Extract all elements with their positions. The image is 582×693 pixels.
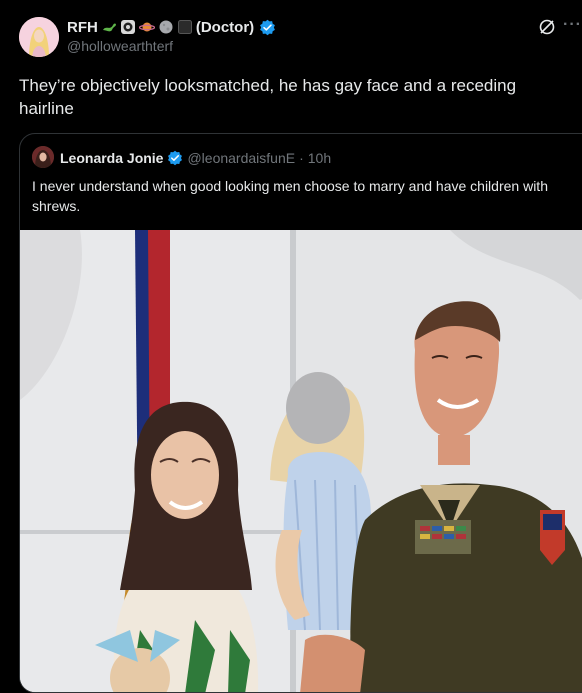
quoted-verified-badge-icon[interactable]	[167, 150, 183, 166]
quoted-dot-separator: ·	[299, 150, 304, 166]
author-avatar[interactable]	[19, 17, 59, 57]
planet-icon	[138, 22, 155, 32]
author-display-name[interactable]: RFH	[67, 19, 98, 36]
author-handle[interactable]: @hollowearthterf	[67, 38, 173, 54]
more-options-icon[interactable]: ···	[563, 16, 582, 34]
quoted-header[interactable]: Leonarda Jonie @leonardaisfunE · 10h	[60, 148, 331, 168]
quoted-photo[interactable]	[20, 230, 582, 692]
author-name-row[interactable]: RFH (Doctor)	[67, 17, 276, 37]
target-icon	[120, 20, 135, 34]
tweet[interactable]: RFH (Doctor) @hollowearthterf ··· They’r…	[0, 0, 582, 693]
black-square-icon	[177, 20, 192, 34]
grok-icon[interactable]	[538, 18, 556, 36]
quoted-author-name[interactable]: Leonarda Jonie	[60, 150, 163, 166]
verified-badge-icon[interactable]	[259, 19, 276, 36]
quoted-author-avatar[interactable]	[32, 146, 54, 168]
quoted-text: I never understand when good looking men…	[32, 178, 548, 214]
quoted-author-handle[interactable]: @leonardaisfunE	[187, 150, 295, 166]
post-text: They’re objectively looksmatched, he has…	[19, 76, 517, 118]
author-name-suffix: (Doctor)	[195, 18, 255, 36]
family-photo-illustration	[20, 230, 582, 692]
quoted-timestamp[interactable]: 10h	[308, 150, 331, 166]
moon-icon	[159, 20, 173, 34]
quoted-tweet[interactable]: Leonarda Jonie @leonardaisfunE · 10h I n…	[19, 133, 582, 693]
lizard-icon	[102, 23, 116, 32]
